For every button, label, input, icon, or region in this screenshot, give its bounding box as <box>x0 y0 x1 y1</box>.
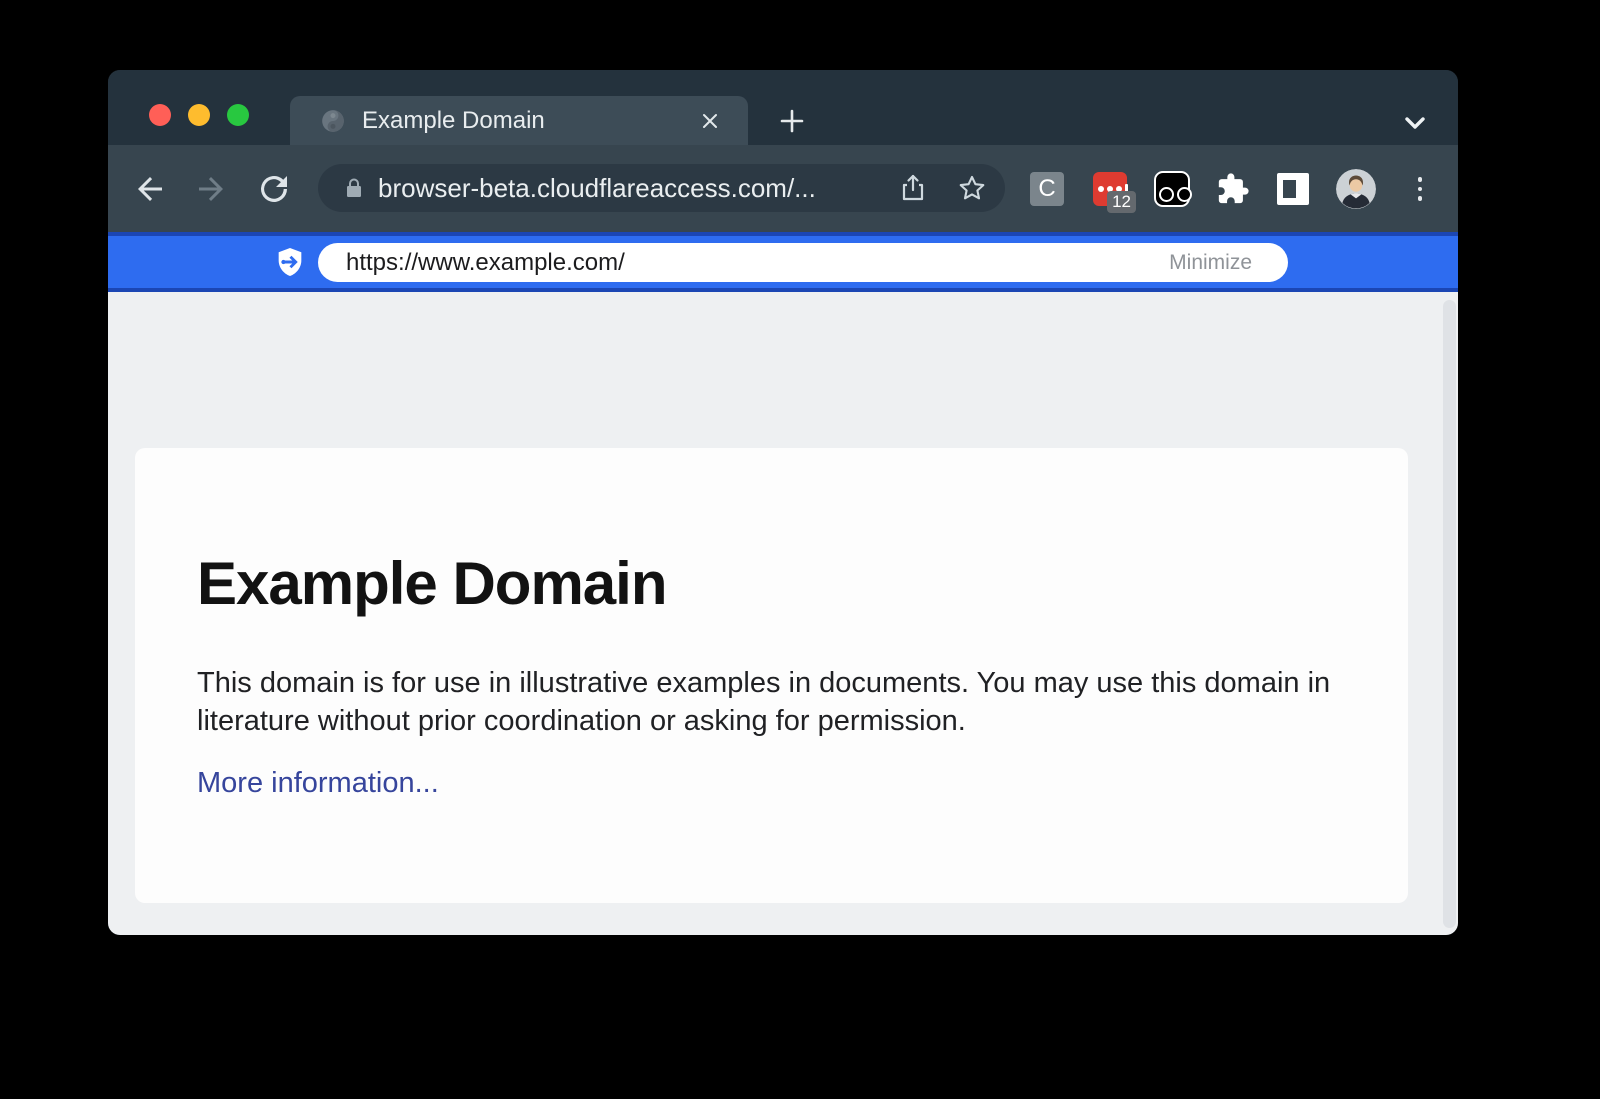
tab-title: Example Domain <box>362 107 698 135</box>
minimize-button[interactable]: Minimize <box>1163 250 1258 276</box>
share-icon[interactable] <box>897 172 929 204</box>
content-card: Example Domain This domain is for use in… <box>135 448 1408 903</box>
browser-toolbar: browser-beta.cloudflareaccess.com/... C <box>108 145 1458 232</box>
close-window-button[interactable] <box>149 104 171 126</box>
vertical-scrollbar[interactable] <box>1443 300 1456 928</box>
goggles-circles <box>1159 187 1192 202</box>
globe-favicon-icon <box>320 108 346 134</box>
puzzle-icon[interactable] <box>1216 172 1250 206</box>
star-icon[interactable] <box>956 172 988 204</box>
extension-badge: 12 <box>1107 191 1136 213</box>
forward-icon[interactable] <box>193 171 229 207</box>
extension-c-icon[interactable]: C <box>1030 172 1064 206</box>
new-tab-button[interactable] <box>774 103 810 139</box>
traffic-lights <box>149 104 249 126</box>
page-viewport: Example Domain This domain is for use in… <box>108 292 1458 935</box>
avatar[interactable] <box>1336 169 1376 209</box>
address-bar[interactable]: browser-beta.cloudflareaccess.com/... <box>318 164 1005 212</box>
more-information-link[interactable]: More information... <box>197 767 439 800</box>
chevron-down-icon[interactable] <box>1399 107 1431 139</box>
tab-example-domain[interactable]: Example Domain <box>290 96 748 145</box>
page-heading: Example Domain <box>197 552 1346 615</box>
back-icon[interactable] <box>132 171 168 207</box>
minimize-window-button[interactable] <box>188 104 210 126</box>
browser-window: Example Domain <box>108 70 1458 935</box>
extension-goggles-icon[interactable] <box>1154 171 1190 207</box>
tab-strip: Example Domain <box>108 70 1458 145</box>
page-paragraph: This domain is for use in illustrative e… <box>197 665 1349 741</box>
lock-icon[interactable] <box>342 176 366 200</box>
shield-arrow-icon <box>274 246 306 278</box>
kebab-menu-icon[interactable] <box>1403 172 1437 206</box>
zoom-window-button[interactable] <box>227 104 249 126</box>
remote-url-pill: Minimize <box>318 243 1288 282</box>
side-panel-hole <box>1283 180 1296 198</box>
extension-dots-icon[interactable]: 12 <box>1093 172 1127 206</box>
side-panel-icon[interactable] <box>1277 173 1309 205</box>
remote-url-input[interactable] <box>344 248 1163 278</box>
close-tab-icon[interactable] <box>698 109 722 133</box>
reload-icon[interactable] <box>256 171 292 207</box>
remote-browser-bar: Minimize <box>108 232 1458 292</box>
address-bar-url[interactable]: browser-beta.cloudflareaccess.com/... <box>378 173 816 204</box>
